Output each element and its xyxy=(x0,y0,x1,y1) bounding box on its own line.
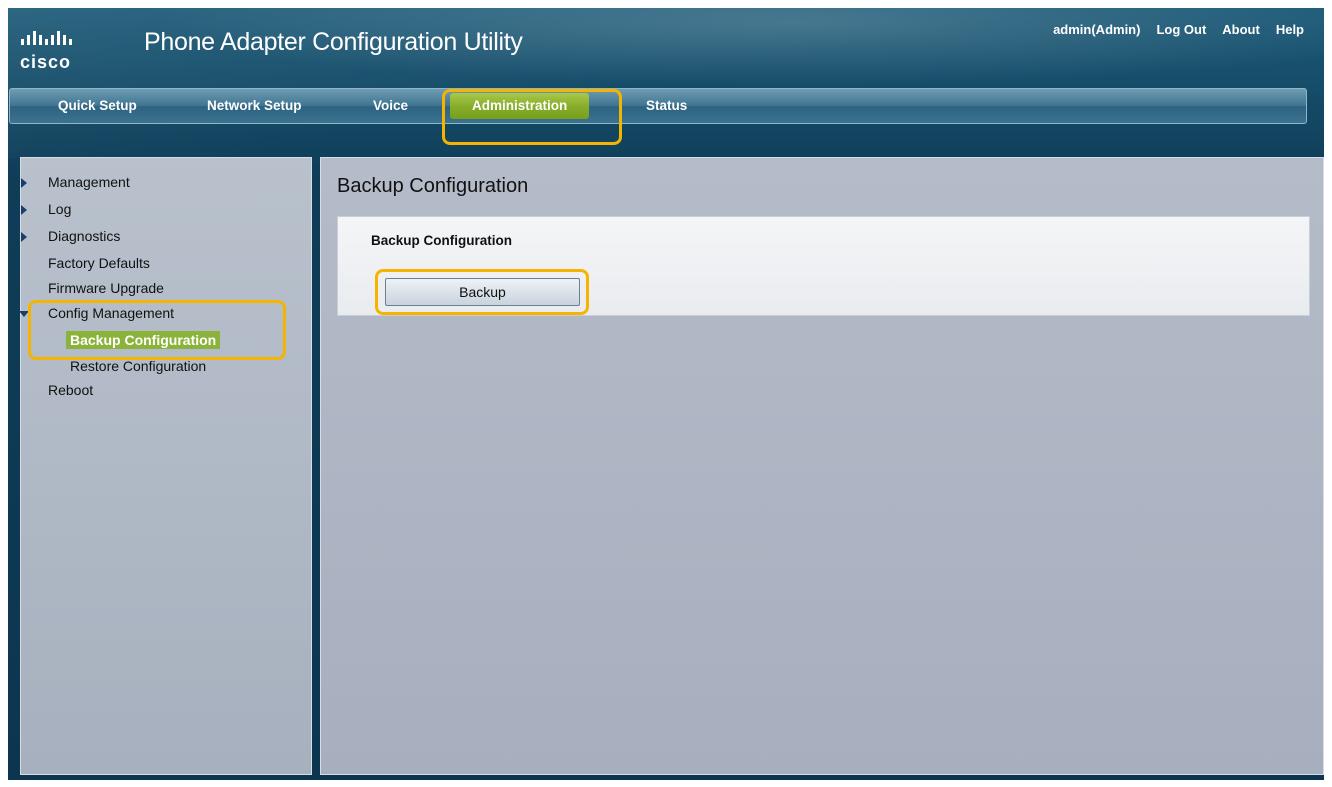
help-link[interactable]: Help xyxy=(1276,22,1304,37)
sidebar-item-management[interactable]: Management xyxy=(21,174,130,190)
section-heading: Backup Configuration xyxy=(371,233,512,248)
sidebar-item-label: Log xyxy=(48,201,72,217)
main-nav: Quick Setup Network Setup Voice Administ… xyxy=(9,88,1307,124)
sidebar xyxy=(20,157,312,775)
current-user: admin(Admin) xyxy=(1053,22,1141,37)
app-title: Phone Adapter Configuration Utility xyxy=(144,28,523,56)
tab-quick-setup[interactable]: Quick Setup xyxy=(58,89,137,123)
tab-administration[interactable]: Administration xyxy=(450,93,590,119)
sidebar-item-reboot[interactable]: Reboot xyxy=(48,382,93,398)
tab-voice[interactable]: Voice xyxy=(373,89,408,123)
sidebar-item-firmware-upgrade[interactable]: Firmware Upgrade xyxy=(48,280,164,296)
expand-arrow-icon xyxy=(21,205,27,215)
cisco-bars-icon xyxy=(21,31,72,45)
expand-arrow-icon xyxy=(21,178,27,188)
sidebar-item-factory-defaults[interactable]: Factory Defaults xyxy=(48,255,150,271)
tab-network-setup[interactable]: Network Setup xyxy=(207,89,302,123)
page-title: Backup Configuration xyxy=(337,175,529,197)
sidebar-item-diagnostics[interactable]: Diagnostics xyxy=(21,228,121,244)
sidebar-item-backup-configuration[interactable]: Backup Configuration xyxy=(66,331,221,349)
expand-arrow-icon xyxy=(21,232,27,242)
cisco-logo: cisco xyxy=(20,30,100,74)
collapse-arrow-icon xyxy=(19,311,29,317)
tab-status[interactable]: Status xyxy=(646,89,687,123)
sidebar-item-label: Config Management xyxy=(48,305,175,321)
about-link[interactable]: About xyxy=(1222,22,1260,37)
cisco-wordmark: cisco xyxy=(20,52,72,72)
sidebar-item-label: Management xyxy=(48,174,130,190)
top-links: admin(Admin) Log Out About Help xyxy=(1053,22,1304,37)
sidebar-item-log[interactable]: Log xyxy=(21,201,72,217)
sidebar-item-restore-configuration[interactable]: Restore Configuration xyxy=(70,358,206,374)
sidebar-item-label: Diagnostics xyxy=(48,228,121,244)
sidebar-item-config-management[interactable]: Config Management xyxy=(19,305,175,321)
backup-button[interactable]: Backup xyxy=(385,278,580,306)
logout-link[interactable]: Log Out xyxy=(1156,22,1206,37)
